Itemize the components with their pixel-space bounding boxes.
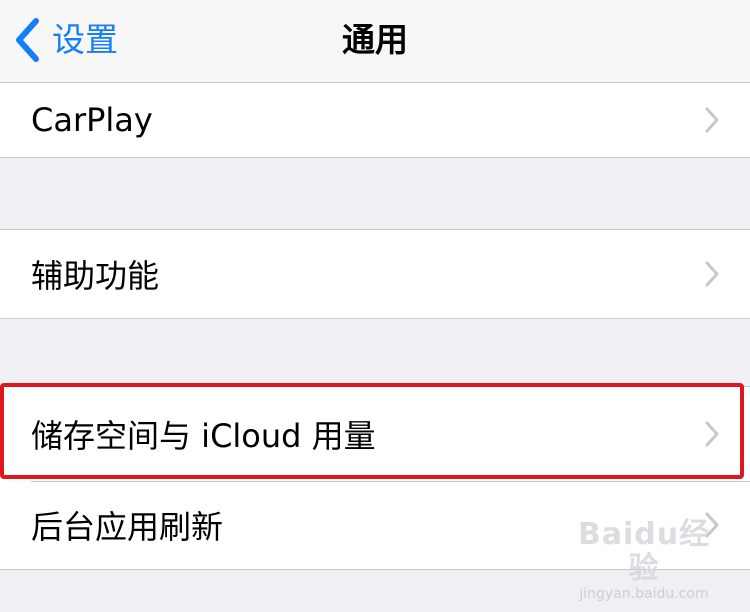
- settings-row-accessibility[interactable]: 辅助功能: [0, 230, 750, 318]
- watermark-url: jingyan.baidu.com: [579, 586, 709, 602]
- row-label: 储存空间与 iCloud 用量: [31, 417, 376, 455]
- chevron-right-icon: [704, 260, 720, 288]
- page-title: 通用: [342, 20, 408, 59]
- settings-group-storage: 储存空间与 iCloud 用量 后台应用刷新: [0, 386, 750, 570]
- row-label: 辅助功能: [31, 257, 160, 295]
- navigation-bar: 设置 通用: [0, 0, 750, 83]
- row-label: 后台应用刷新: [31, 508, 224, 546]
- chevron-right-icon: [704, 511, 720, 539]
- settings-group-accessibility: 辅助功能: [0, 229, 750, 319]
- settings-group-carplay: CarPlay: [0, 83, 750, 158]
- chevron-right-icon: [704, 420, 720, 448]
- chevron-right-icon: [704, 106, 720, 134]
- settings-row-carplay[interactable]: CarPlay: [0, 83, 750, 157]
- row-label: CarPlay: [31, 101, 153, 139]
- settings-row-storage[interactable]: 储存空间与 iCloud 用量: [0, 387, 750, 481]
- settings-row-background-refresh[interactable]: 后台应用刷新: [0, 481, 750, 569]
